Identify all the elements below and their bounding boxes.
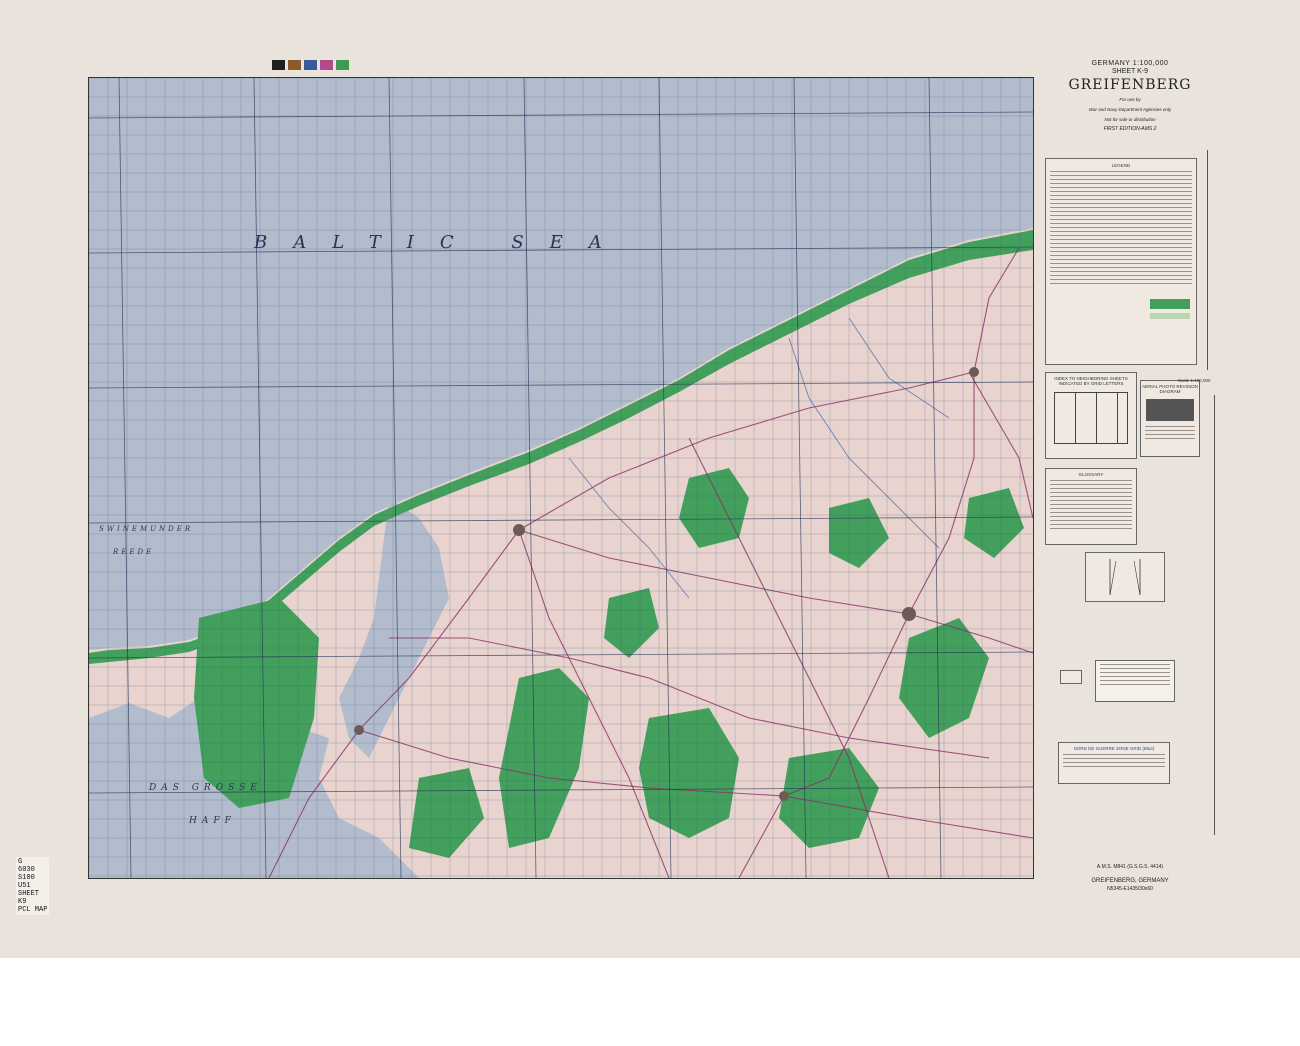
sheet-number: SHEET K-9 xyxy=(1111,68,1149,75)
usage-note-3: Not for sale or distribution xyxy=(1104,117,1156,122)
grid-box-header: NORD DE GUERRE ZONE GRID (Blue) xyxy=(1073,746,1155,751)
lagoon-label-haff: HAFF xyxy=(188,816,236,826)
town-marker xyxy=(779,791,789,801)
color-swatch-brown xyxy=(288,60,301,70)
scale-label: Scale 1:100,000 xyxy=(1178,378,1211,383)
usage-note-2: War and Navy Department Agencies only xyxy=(1088,107,1172,112)
reede-label-1: SWINEMUNDER xyxy=(99,525,193,533)
reede-label-2: REEDE xyxy=(112,548,154,556)
legend-woodland-swatch xyxy=(1150,299,1190,309)
map-canvas[interactable]: BALTIC SEA DAS GROSSE HAFF SWINEMUNDER R… xyxy=(89,78,1033,878)
altitude-tints-box xyxy=(1060,670,1082,684)
map-frame[interactable]: BALTIC SEA DAS GROSSE HAFF SWINEMUNDER R… xyxy=(88,77,1034,879)
index-header-2: INDICATED BY GRID LETTERS xyxy=(1058,381,1124,386)
color-swatch-green xyxy=(336,60,349,70)
map-sheet: BALTIC SEA DAS GROSSE HAFF SWINEMUNDER R… xyxy=(0,0,1300,958)
ams-number: A.M.S. M841 (G.S.G.S. 4414) xyxy=(1096,864,1164,870)
usage-note-1: For use by xyxy=(1119,97,1141,102)
series-title: GERMANY 1:100,000 xyxy=(1091,60,1169,67)
legend-header: LEGEND xyxy=(1111,163,1131,168)
town-marker xyxy=(354,725,364,735)
photo-revision-diagram: AERIAL PHOTO REVISION DIAGRAM xyxy=(1140,380,1200,457)
photo-diagram-fill xyxy=(1146,399,1194,421)
sheet-name: GREIFENBERG xyxy=(1068,77,1192,93)
sea-label-baltic: BALTIC SEA xyxy=(253,232,628,253)
legend-scrub-swatch xyxy=(1150,313,1190,319)
declination-diagram xyxy=(1085,552,1165,602)
footer-sheet-name: GREIFENBERG, GERMANY xyxy=(1091,878,1169,884)
grid-information-box: NORD DE GUERRE ZONE GRID (Blue) xyxy=(1058,742,1170,784)
grid-reference-box xyxy=(1095,660,1175,702)
lagoon-label-grosse: DAS GROSSE xyxy=(148,783,262,793)
distance-scale xyxy=(1214,395,1219,835)
color-swatch-blue xyxy=(304,60,317,70)
index-neighboring-sheets: INDEX TO NEIGHBORING SHEETS INDICATED BY… xyxy=(1045,372,1137,459)
color-swatch-black xyxy=(272,60,285,70)
footer-sheet-code: N5345-E1435/30x60 xyxy=(1107,886,1153,892)
town-marker xyxy=(513,524,525,536)
glossary-header: GLOSSARY xyxy=(1078,472,1104,477)
edition-label: FIRST EDITION-AMS 2 xyxy=(1103,126,1157,132)
photo-header: AERIAL PHOTO REVISION DIAGRAM xyxy=(1142,384,1198,394)
legend-panel: LEGEND xyxy=(1045,158,1197,365)
library-call-number: G 6030 S100 U51 SHEET K9 PCL MAP xyxy=(16,857,50,915)
index-diagram xyxy=(1054,392,1128,444)
town-marker xyxy=(902,607,916,621)
sheet-footer: A.M.S. M841 (G.S.G.S. 4414) GREIFENBERG,… xyxy=(1060,862,1200,892)
color-swatch-magenta xyxy=(320,60,333,70)
elevation-scale xyxy=(1207,150,1214,370)
glossary-panel: GLOSSARY xyxy=(1045,468,1137,545)
declination-arrows xyxy=(1109,559,1141,596)
title-block: GERMANY 1:100,000 SHEET K-9 GREIFENBERG … xyxy=(1040,60,1220,132)
color-swatches xyxy=(272,60,349,70)
town-marker xyxy=(969,367,979,377)
